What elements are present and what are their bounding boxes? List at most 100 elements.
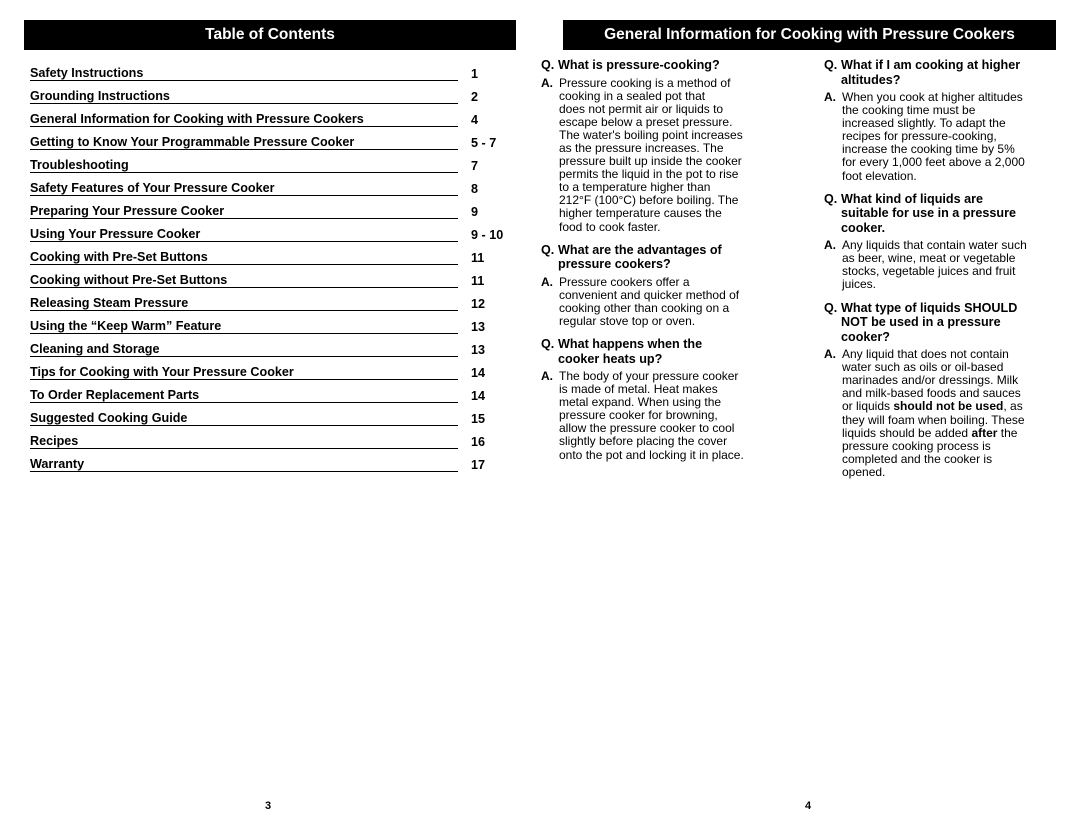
toc-entry-page: 17 — [471, 458, 486, 472]
question-line: What happens when the — [558, 337, 703, 351]
question-line: suitable for use in a pressure — [841, 206, 1016, 221]
answer-line: regular stove top or oven. — [559, 313, 696, 328]
answer-line: higher temperature causes the — [559, 206, 722, 221]
toc-entry[interactable]: Getting to Know Your Programmable Pressu… — [30, 127, 510, 150]
question-text: What if I am cooking at higher altitudes? — [841, 58, 1020, 87]
answer-line: for every 1,000 feet above a 2,000 — [842, 155, 1025, 170]
answer: A. The body of your pressure cooker is mad… — [541, 369, 801, 462]
toc-entry[interactable]: To Order Replacement Parts 14 — [30, 380, 510, 403]
question: Q. What kind of liquids are suitable for u… — [824, 192, 1064, 236]
page-number-left: 3 — [265, 800, 272, 812]
answer-text: The body of your pressure cooker is made … — [559, 369, 744, 462]
toc-entry-title[interactable]: Grounding Instructions — [30, 89, 458, 104]
toc-entry-page: 14 — [471, 366, 486, 380]
info-header: General Information for Cooking with Pre… — [563, 20, 1056, 50]
question-line: What is pressure-cooking? — [558, 58, 720, 72]
toc-entry-page: 1 — [471, 67, 479, 81]
toc-entry[interactable]: Safety Instructions 1 — [30, 58, 510, 81]
toc-entry-title[interactable]: Recipes — [30, 434, 458, 449]
answer-line: The water's boiling point increases — [559, 127, 743, 142]
toc-entry[interactable]: Using the “Keep Warm” Feature 13 — [30, 311, 510, 334]
answer-text: Pressure cooking is a method of cooking i… — [559, 75, 743, 234]
question-label: Q. — [824, 300, 838, 315]
toc-entry-title[interactable]: Cleaning and Storage — [30, 342, 458, 357]
question-text: What kind of liquids are suitable for use… — [841, 192, 1016, 236]
toc-entry[interactable]: Recipes 16 — [30, 426, 510, 449]
toc-entry[interactable]: Warranty 17 — [30, 449, 510, 472]
answer-text: When you cook at higher altitudes the coo… — [842, 90, 1025, 183]
toc-entry-title[interactable]: Cooking with Pre-Set Buttons — [30, 250, 458, 265]
toc-entry-title[interactable]: Releasing Steam Pressure — [30, 296, 458, 311]
toc-entry[interactable]: Releasing Steam Pressure 12 — [30, 288, 510, 311]
answer-text: Any liquid that does not contain water su… — [842, 347, 1025, 479]
answer-line: completed and the cooker is — [842, 451, 993, 466]
answer-line: Pressure cooking is a method of — [559, 75, 731, 90]
answer-line: foot elevation. — [842, 168, 917, 183]
question-line: pressure cookers? — [558, 257, 671, 272]
toc-heading: Table of Contents — [205, 26, 335, 43]
answer-line: cooking other than cooking on a — [559, 300, 730, 315]
question: Q. What happens when the cooker heats up? — [541, 337, 801, 366]
question: Q. What is pressure-cooking? — [541, 58, 801, 73]
toc-entry-title[interactable]: Tips for Cooking with Your Pressure Cook… — [30, 365, 458, 380]
table-of-contents: Safety Instructions 1 Grounding Instructio… — [30, 58, 510, 472]
answer-line: juices. — [842, 277, 877, 292]
toc-entry-page: 4 — [471, 113, 479, 127]
toc-entry-title[interactable]: To Order Replacement Parts — [30, 388, 458, 403]
question: Q. What if I am cooking at higher altitude… — [824, 58, 1064, 87]
answer-line: opened. — [842, 464, 886, 479]
emphasis: after — [971, 425, 998, 440]
toc-entry[interactable]: Suggested Cooking Guide 15 — [30, 403, 510, 426]
toc-entry-title[interactable]: Preparing Your Pressure Cooker — [30, 204, 458, 219]
toc-entry-title[interactable]: Warranty — [30, 457, 458, 472]
answer-text: Any liquids that contain water such as be… — [842, 239, 1027, 291]
question-label: Q. — [541, 242, 555, 257]
question-line: What are the advantages of — [558, 242, 722, 257]
question-label: Q. — [541, 58, 555, 72]
toc-entry[interactable]: Troubleshooting 7 — [30, 150, 510, 173]
toc-entry-page: 11 — [471, 274, 485, 288]
toc-entry-title[interactable]: Using the “Keep Warm” Feature — [30, 319, 458, 334]
answer: A. When you cook at higher altitudes the c… — [824, 90, 1064, 183]
answer-line: does not permit air or liquids to — [559, 101, 724, 116]
toc-header: Table of Contents — [24, 20, 516, 50]
toc-entry-title[interactable]: General Information for Cooking with Pre… — [30, 112, 458, 127]
toc-entry-title[interactable]: Cooking without Pre-Set Buttons — [30, 273, 458, 288]
toc-entry[interactable]: Grounding Instructions 2 — [30, 81, 510, 104]
toc-entry[interactable]: Cooking with Pre-Set Buttons 11 — [30, 242, 510, 265]
toc-entry[interactable]: General Information for Cooking with Pre… — [30, 104, 510, 127]
toc-entry-page: 2 — [471, 90, 479, 104]
emphasis: should not be used — [893, 399, 1004, 414]
answer-line: liquids should be added after the — [842, 425, 1025, 440]
toc-entry[interactable]: Using Your Pressure Cooker 9 - 10 — [30, 219, 510, 242]
answer-text: Pressure cookers offer a convenient and q… — [559, 274, 740, 328]
question: Q. What type of liquids SHOULD NOT be used… — [824, 301, 1064, 345]
answer-line: convenient and quicker method of — [559, 287, 740, 302]
toc-entry[interactable]: Safety Features of Your Pressure Cooker 8 — [30, 173, 510, 196]
question-text: What is pressure-cooking? — [558, 58, 720, 73]
toc-entry-page: 15 — [471, 412, 486, 426]
question-line: altitudes? — [841, 72, 901, 87]
toc-entry-title[interactable]: Getting to Know Your Programmable Pressu… — [30, 135, 458, 150]
toc-entry-title[interactable]: Safety Instructions — [30, 66, 458, 81]
toc-entry[interactable]: Cooking without Pre-Set Buttons 11 — [30, 265, 510, 288]
toc-entry-title[interactable]: Suggested Cooking Guide — [30, 411, 458, 426]
answer-label: A. — [541, 75, 553, 90]
toc-entry-page: 8 — [471, 182, 479, 196]
toc-entry[interactable]: Preparing Your Pressure Cooker 9 — [30, 196, 510, 219]
question-line: What type of liquids SHOULD — [841, 300, 1018, 315]
answer-line: Pressure cookers offer a — [559, 274, 690, 289]
toc-entry-title[interactable]: Safety Features of Your Pressure Cooker — [30, 181, 458, 196]
answer-line: onto the pot and locking it in place. — [559, 447, 744, 462]
question-label: Q. — [541, 337, 555, 351]
toc-entry-page: 12 — [471, 297, 486, 311]
answer-segment: the — [997, 425, 1018, 440]
toc-entry-page: 5 - 7 — [471, 136, 497, 150]
answer-line: escape below a preset pressure. — [559, 114, 733, 129]
toc-entry-title[interactable]: Using Your Pressure Cooker — [30, 227, 458, 242]
toc-entry-title[interactable]: Troubleshooting — [30, 158, 458, 173]
answer-segment: liquids should be added — [842, 425, 972, 440]
toc-entry[interactable]: Cleaning and Storage 13 — [30, 334, 510, 357]
question-text: What are the advantages of pressure cooke… — [558, 243, 722, 272]
toc-entry[interactable]: Tips for Cooking with Your Pressure Cook… — [30, 357, 510, 380]
